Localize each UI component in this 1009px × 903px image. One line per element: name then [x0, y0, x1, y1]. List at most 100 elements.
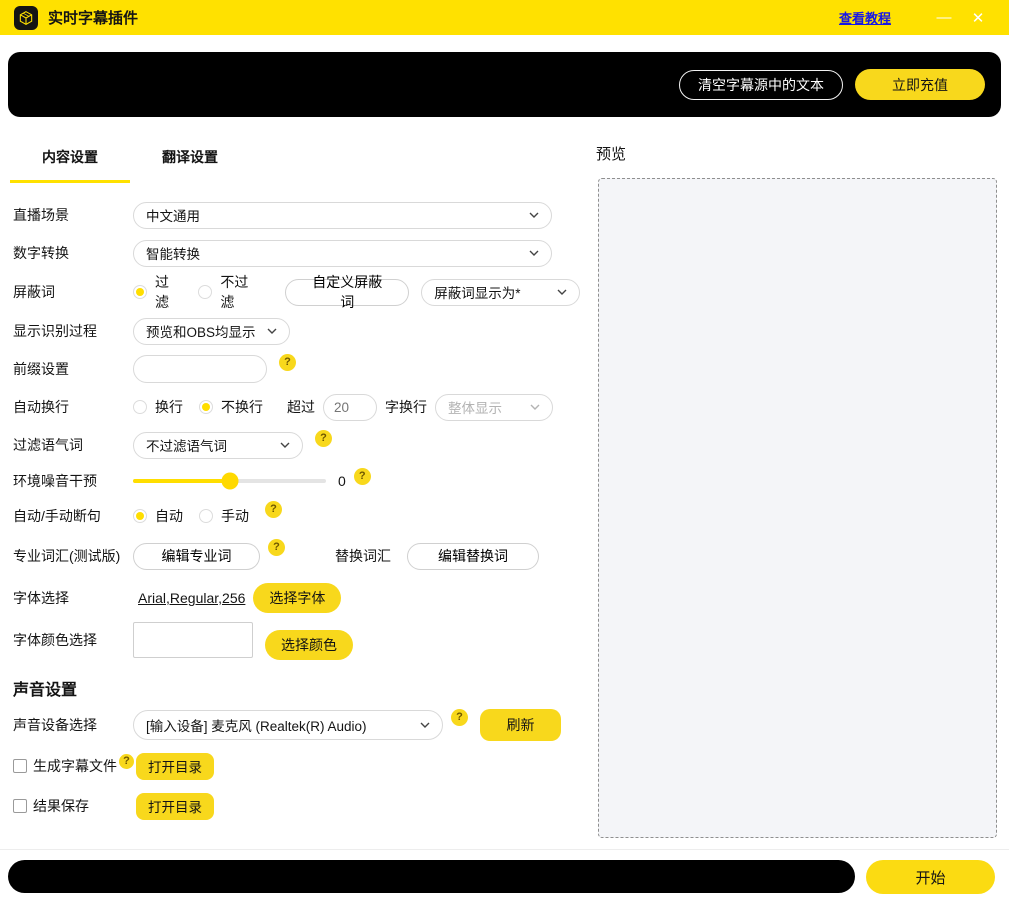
wrap-mode-value: 整体显示 [448, 397, 502, 417]
font-color-label: 字体颜色选择 [13, 630, 133, 650]
current-font-link[interactable]: Arial,Regular,256 [138, 590, 245, 606]
subtitle-file-help-icon[interactable]: ? [119, 754, 134, 769]
chevron-down-icon [420, 722, 430, 728]
recognition-display-value: 预览和OBS均显示 [146, 321, 256, 341]
chevron-down-icon [529, 250, 539, 256]
prefix-input[interactable] [133, 355, 267, 383]
filter-fillers-help-icon[interactable]: ? [315, 430, 332, 447]
custom-blocked-words-button[interactable]: 自定义屏蔽词 [285, 279, 409, 306]
blocked-nofilter-radio-label[interactable]: 不过滤 [220, 272, 261, 312]
number-convert-select[interactable]: 智能转换 [133, 240, 552, 267]
font-color-input[interactable] [133, 622, 253, 658]
wrap-over-label: 超过 [287, 397, 315, 417]
preview-area [598, 178, 997, 838]
blocked-display-as-select[interactable]: 屏蔽词显示为* [421, 279, 580, 306]
segment-manual-radio[interactable] [199, 509, 213, 523]
wrap-mode-select[interactable]: 整体显示 [435, 394, 553, 421]
recognition-display-select[interactable]: 预览和OBS均显示 [133, 318, 290, 345]
wrap-radio[interactable] [133, 400, 147, 414]
row-auto-wrap: 自动换行 换行 不换行 超过 字换行 整体显示 [0, 388, 580, 426]
row-vocab: 专业词汇(测试版) 编辑专业词 ? 替换词汇 编辑替换词 [0, 534, 580, 578]
number-convert-value: 智能转换 [146, 243, 200, 263]
chevron-down-icon [267, 328, 277, 334]
open-result-dir-button[interactable]: 打开目录 [136, 793, 214, 820]
refresh-devices-button[interactable]: 刷新 [480, 709, 561, 741]
row-number-convert: 数字转换 智能转换 [0, 234, 580, 272]
prefix-label: 前缀设置 [13, 359, 133, 379]
wrap-radio-label[interactable]: 换行 [155, 397, 183, 417]
segment-manual-radio-label[interactable]: 手动 [221, 506, 249, 526]
wrap-count-input[interactable] [323, 394, 377, 421]
status-bar [8, 860, 855, 893]
font-select-label: 字体选择 [13, 588, 133, 608]
auto-wrap-label: 自动换行 [13, 397, 133, 417]
clear-subtitle-text-button[interactable]: 清空字幕源中的文本 [679, 70, 843, 100]
noise-value: 0 [338, 473, 346, 489]
settings-tabs: 内容设置 翻译设置 [10, 135, 580, 183]
start-button[interactable]: 开始 [866, 860, 995, 894]
noise-slider-thumb[interactable] [221, 473, 238, 490]
result-save-checkbox-group: 结果保存 [13, 796, 136, 816]
sound-device-help-icon[interactable]: ? [451, 709, 468, 726]
row-filter-fillers: 过滤语气词 不过滤语气词 ? [0, 426, 580, 464]
titlebar: 实时字幕插件 查看教程 — ✕ [0, 0, 1009, 35]
chevron-down-icon [557, 289, 567, 295]
row-blocked-words: 屏蔽词 过滤 不过滤 自定义屏蔽词 屏蔽词显示为* [0, 272, 580, 312]
noise-slider[interactable] [133, 479, 326, 483]
segment-auto-radio[interactable] [133, 509, 147, 523]
wrap-suffix-label: 字换行 [385, 397, 427, 417]
preview-panel: 预览 [596, 143, 997, 838]
filter-fillers-value: 不过滤语气词 [146, 435, 227, 455]
choose-color-button[interactable]: 选择颜色 [265, 630, 353, 660]
blocked-display-as-value: 屏蔽词显示为* [434, 282, 520, 302]
result-save-label[interactable]: 结果保存 [33, 796, 89, 816]
segmentation-help-icon[interactable]: ? [265, 501, 282, 518]
vocab-label: 专业词汇(测试版) [13, 546, 133, 566]
blocked-nofilter-radio[interactable] [198, 285, 212, 299]
open-subtitle-dir-button[interactable]: 打开目录 [136, 753, 214, 780]
preview-label: 预览 [596, 143, 997, 164]
settings-form: 直播场景 中文通用 数字转换 智能转换 屏蔽词 过滤 不过滤 自定义屏蔽词 [0, 183, 580, 826]
row-result-save: 结果保存 打开目录 [0, 786, 580, 826]
choose-font-button[interactable]: 选择字体 [253, 583, 341, 613]
result-save-checkbox[interactable] [13, 799, 27, 813]
vocab-help-icon[interactable]: ? [268, 539, 285, 556]
sound-device-label: 声音设备选择 [13, 715, 133, 735]
edit-replace-vocab-button[interactable]: 编辑替换词 [407, 543, 539, 570]
footer-divider [0, 849, 1009, 850]
number-convert-label: 数字转换 [13, 243, 133, 263]
blocked-filter-radio-label[interactable]: 过滤 [155, 272, 182, 312]
edit-pro-vocab-button[interactable]: 编辑专业词 [133, 543, 260, 570]
blocked-filter-radio[interactable] [133, 285, 147, 299]
row-noise: 环境噪音干预 0 ? [0, 464, 580, 498]
tutorial-link[interactable]: 查看教程 [839, 8, 891, 27]
app-logo-icon [14, 6, 38, 30]
filter-fillers-select[interactable]: 不过滤语气词 [133, 432, 303, 459]
tab-translate-settings[interactable]: 翻译设置 [130, 135, 250, 183]
row-font-select: 字体选择 Arial,Regular,256 选择字体 [0, 578, 580, 618]
noise-help-icon[interactable]: ? [354, 468, 371, 485]
row-live-scene: 直播场景 中文通用 [0, 196, 580, 234]
subtitle-file-checkbox[interactable] [13, 759, 27, 773]
chevron-down-icon [530, 404, 540, 410]
sound-device-select[interactable]: [输入设备] 麦克风 (Realtek(R) Audio) [133, 710, 443, 740]
row-segmentation: 自动/手动断句 自动 手动 ? [0, 498, 580, 534]
close-button[interactable]: ✕ [961, 4, 995, 32]
nowrap-radio[interactable] [199, 400, 213, 414]
nowrap-radio-label[interactable]: 不换行 [221, 397, 263, 417]
recharge-button[interactable]: 立即充值 [855, 69, 985, 100]
live-scene-select[interactable]: 中文通用 [133, 202, 552, 229]
row-sound-device: 声音设备选择 [输入设备] 麦克风 (Realtek(R) Audio) ? 刷… [0, 704, 580, 746]
live-scene-label: 直播场景 [13, 205, 133, 225]
segmentation-label: 自动/手动断句 [13, 506, 133, 526]
segment-auto-radio-label[interactable]: 自动 [155, 506, 183, 526]
row-subtitle-file: 生成字幕文件 ? 打开目录 [0, 746, 580, 786]
subtitle-file-label[interactable]: 生成字幕文件 [33, 756, 117, 776]
tab-content-settings[interactable]: 内容设置 [10, 135, 130, 183]
prefix-help-icon[interactable]: ? [279, 354, 296, 371]
row-prefix: 前缀设置 ? [0, 350, 580, 388]
minimize-button[interactable]: — [927, 4, 961, 32]
row-recognition-display: 显示识别过程 预览和OBS均显示 [0, 312, 580, 350]
filter-fillers-label: 过滤语气词 [13, 435, 133, 455]
row-font-color: 字体颜色选择 选择颜色 [0, 618, 580, 662]
